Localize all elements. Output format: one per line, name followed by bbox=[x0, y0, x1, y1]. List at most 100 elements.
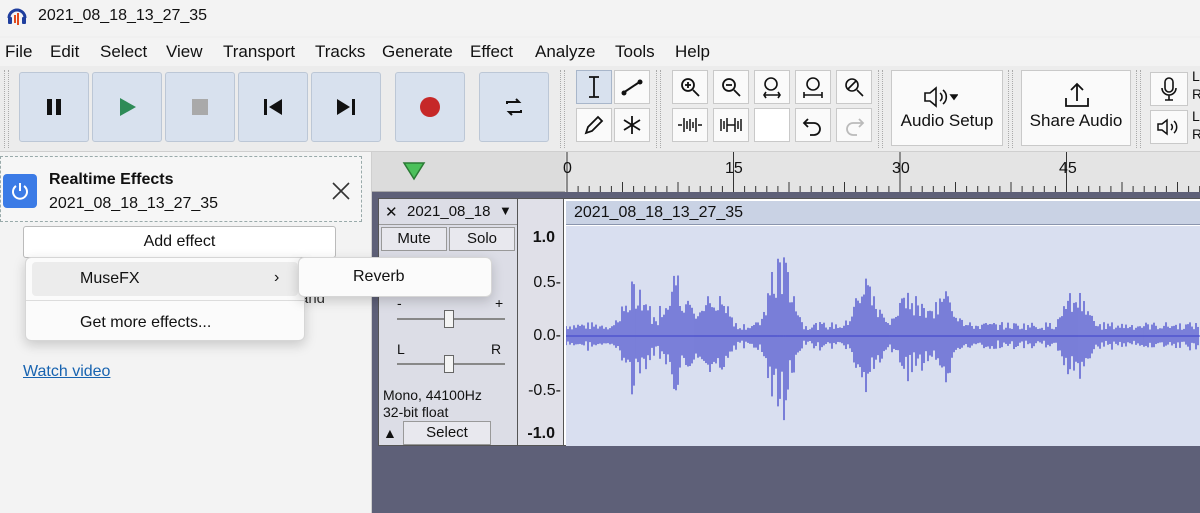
share-audio-button[interactable]: Share Audio bbox=[1021, 70, 1131, 146]
menu-item-reverb[interactable]: Reverb bbox=[353, 268, 405, 286]
playback-meter-button[interactable] bbox=[1150, 110, 1188, 144]
share-icon bbox=[1065, 82, 1089, 107]
toolbar-grip-meters[interactable] bbox=[1136, 70, 1141, 148]
watch-video-link[interactable]: Watch video bbox=[23, 363, 110, 381]
menu-bar: File Edit Select View Transport Tracks G… bbox=[0, 38, 1200, 66]
toolbar-grip[interactable] bbox=[4, 70, 9, 148]
add-effect-button[interactable]: Add effect bbox=[23, 226, 336, 258]
realtime-effects-header: Realtime Effects 2021_08_18_13_27_35 bbox=[0, 156, 362, 222]
gain-minus-label: - bbox=[397, 295, 402, 311]
solo-button[interactable]: Solo bbox=[449, 227, 515, 251]
menu-item-get-more-effects[interactable]: Get more effects... bbox=[80, 314, 211, 332]
clip-title-bar[interactable]: 2021_08_18_13_27_35 bbox=[566, 201, 1200, 225]
menu-select[interactable]: Select bbox=[100, 42, 147, 62]
pencil-icon bbox=[584, 115, 604, 135]
zoom-toggle-button[interactable] bbox=[836, 70, 872, 104]
amplitude-label-0-5: 0.5- bbox=[533, 274, 561, 291]
skip-to-start-button[interactable] bbox=[238, 72, 308, 142]
menu-analyze[interactable]: Analyze bbox=[535, 42, 595, 62]
pan-right-label: R bbox=[491, 341, 502, 357]
tick-label-30: 30 bbox=[892, 160, 910, 177]
envelope-tool-button[interactable] bbox=[614, 70, 650, 104]
musefx-submenu: Reverb bbox=[298, 257, 492, 297]
stop-icon bbox=[192, 99, 208, 115]
track-control-panel: ✕ 2021_08_18 ▼ Mute Solo - + L R Mono, 4… bbox=[378, 198, 518, 446]
toolbar-grip-audio-setup[interactable] bbox=[878, 70, 883, 148]
gain-slider-thumb[interactable] bbox=[444, 310, 454, 328]
timeline[interactable]: 0 15 30 45 bbox=[563, 152, 1200, 192]
tick-label-0: 0 bbox=[563, 160, 572, 177]
track-name-menu[interactable]: 2021_08_18 bbox=[407, 203, 490, 220]
toolbar-grip-edit[interactable] bbox=[656, 70, 661, 148]
toolbar-grip-share[interactable] bbox=[1008, 70, 1013, 148]
meter-right-label: R bbox=[1192, 86, 1200, 102]
i-beam-icon bbox=[589, 76, 599, 98]
amplitude-ruler: 1.0 0.5- 0.0- -0.5- -1.0 bbox=[518, 198, 564, 446]
track-select-button[interactable]: Select bbox=[403, 421, 491, 445]
skip-to-end-button[interactable] bbox=[311, 72, 381, 142]
trim-audio-button[interactable] bbox=[672, 108, 708, 142]
loop-icon bbox=[506, 98, 522, 116]
loop-button[interactable] bbox=[479, 72, 549, 142]
menu-tracks[interactable]: Tracks bbox=[315, 42, 365, 62]
timeline-ticks bbox=[566, 152, 1200, 192]
undo-icon bbox=[802, 118, 821, 136]
redo-button[interactable] bbox=[836, 108, 872, 142]
audio-clip[interactable]: 2021_08_18_13_27_35 bbox=[564, 198, 1200, 446]
zoom-out-icon bbox=[722, 78, 741, 97]
multi-tool-button[interactable] bbox=[614, 108, 650, 142]
meter-left-label-2: L bbox=[1192, 108, 1200, 124]
record-button[interactable] bbox=[395, 72, 465, 142]
play-button[interactable] bbox=[92, 72, 162, 142]
share-audio-label: Share Audio bbox=[1029, 111, 1123, 130]
silence-audio-button[interactable] bbox=[713, 108, 749, 142]
toolbar: Audio Setup Share Audio L R L R bbox=[0, 66, 1200, 152]
record-meter-button[interactable] bbox=[1150, 72, 1188, 106]
musefx-label: MuseFX bbox=[80, 270, 140, 287]
toolbar-grip-tools[interactable] bbox=[560, 70, 565, 148]
undo-button[interactable] bbox=[795, 108, 831, 142]
zoom-out-button[interactable] bbox=[713, 70, 749, 104]
menu-generate[interactable]: Generate bbox=[382, 42, 453, 62]
play-head-icon[interactable] bbox=[402, 160, 426, 182]
menu-view[interactable]: View bbox=[166, 42, 203, 62]
fit-project-button[interactable] bbox=[795, 70, 831, 104]
zoom-in-icon bbox=[681, 78, 700, 97]
track-close-button[interactable]: ✕ bbox=[385, 203, 398, 221]
audio-setup-label: Audio Setup bbox=[900, 111, 994, 130]
tick-label-45: 45 bbox=[1059, 160, 1077, 177]
zoom-selection-icon bbox=[763, 77, 781, 99]
audio-setup-button[interactable]: Audio Setup bbox=[891, 70, 1003, 146]
pause-button[interactable] bbox=[19, 72, 89, 142]
amplitude-label-0: 0.0- bbox=[533, 327, 561, 344]
menu-edit[interactable]: Edit bbox=[50, 42, 79, 62]
record-icon bbox=[420, 97, 440, 117]
track-menu-arrow-icon[interactable]: ▼ bbox=[499, 203, 512, 218]
waveform bbox=[565, 257, 1200, 421]
zoom-toggle-icon bbox=[845, 78, 864, 97]
close-icon[interactable] bbox=[329, 179, 353, 203]
draw-tool-button[interactable] bbox=[576, 108, 612, 142]
redo-icon bbox=[846, 118, 865, 136]
menu-help[interactable]: Help bbox=[675, 42, 710, 62]
timeline-ruler[interactable]: 0 15 30 45 bbox=[372, 152, 1200, 192]
zoom-in-button[interactable] bbox=[672, 70, 708, 104]
menu-item-musefx[interactable]: MuseFX › bbox=[32, 262, 298, 296]
pan-left-label: L bbox=[397, 341, 405, 357]
effects-power-button[interactable] bbox=[3, 174, 37, 208]
track-header: ✕ 2021_08_18 ▼ bbox=[379, 199, 517, 225]
mute-button[interactable]: Mute bbox=[381, 227, 447, 251]
waveform-area[interactable] bbox=[565, 226, 1200, 446]
menu-file[interactable]: File bbox=[5, 42, 32, 62]
fit-selection-button[interactable] bbox=[754, 70, 790, 104]
selection-tool-button[interactable] bbox=[576, 70, 612, 104]
menu-divider bbox=[26, 300, 304, 301]
menu-effect[interactable]: Effect bbox=[470, 42, 513, 62]
collapse-track-icon[interactable]: ▲ bbox=[383, 425, 397, 441]
window-title: 2021_08_18_13_27_35 bbox=[38, 7, 208, 24]
pan-slider-thumb[interactable] bbox=[444, 355, 454, 373]
speaker-meter-icon bbox=[1157, 118, 1178, 136]
stop-button[interactable] bbox=[165, 72, 235, 142]
menu-tools[interactable]: Tools bbox=[615, 42, 655, 62]
menu-transport[interactable]: Transport bbox=[223, 42, 295, 62]
